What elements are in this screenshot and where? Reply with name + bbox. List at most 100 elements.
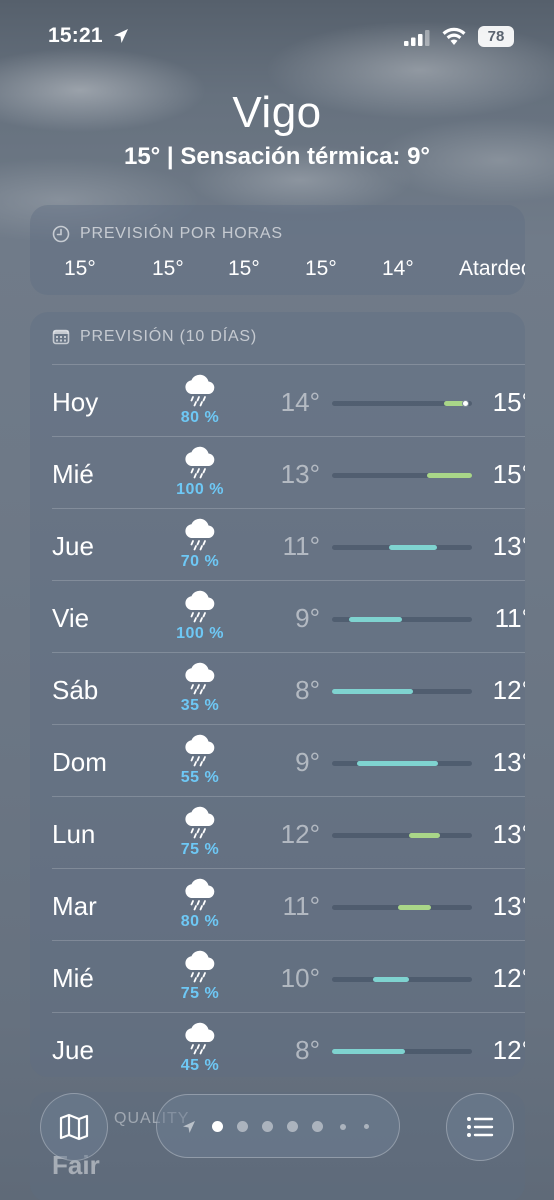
rain-cloud-icon (185, 734, 215, 767)
hourly-forecast-title: PREVISIÓN POR HORAS (80, 225, 283, 242)
day-row[interactable]: Vie 100 % 9° 11° (52, 580, 525, 652)
day-row[interactable]: Jue 70 % 11° 13° (52, 508, 525, 580)
high-temp: 12° (492, 1035, 525, 1065)
temp-range-track (332, 689, 472, 694)
page-dot[interactable] (364, 1124, 369, 1129)
day-name: Mié (52, 459, 94, 489)
day-row[interactable]: Lun 75 % 12° 13° (52, 796, 525, 868)
temp-range-track (332, 977, 472, 982)
location-page-icon (183, 1121, 195, 1133)
hour-label-sunset: Atardecer (459, 257, 525, 280)
temp-range-track (332, 473, 472, 478)
daily-forecast-card[interactable]: PREVISIÓN (10 DÍAS) Hoy 80 % 14° 15° Mié… (30, 312, 525, 1077)
clock-icon (52, 225, 70, 243)
rain-cloud-icon (185, 662, 215, 695)
hour-temp: 15° (305, 257, 337, 280)
status-time: 15:21 (48, 24, 103, 47)
low-temp: 8° (295, 1035, 320, 1065)
temp-range-track (332, 833, 472, 838)
day-row[interactable]: Sáb 35 % 8° 12° (52, 652, 525, 724)
rain-cloud-icon (185, 518, 215, 551)
day-name: Hoy (52, 387, 99, 417)
temp-range-track (332, 1049, 472, 1054)
low-temp: 11° (282, 891, 320, 921)
low-temp: 11° (282, 531, 320, 561)
low-temp: 13° (280, 459, 320, 489)
temp-range-bar (332, 689, 414, 694)
day-name: Jue (52, 531, 94, 561)
day-row[interactable]: Dom 55 % 9° 13° (52, 724, 525, 796)
precipitation-chance: 45 % (180, 1057, 220, 1074)
high-temp: 15° (492, 387, 525, 417)
temp-range-track (332, 761, 472, 766)
day-row[interactable]: Mié 75 % 10° 12° (52, 940, 525, 1012)
low-temp: 12° (280, 819, 320, 849)
precipitation-chance: 55 % (180, 769, 220, 786)
high-temp: 11° (494, 603, 525, 633)
high-temp: 13° (492, 747, 525, 777)
page-dot[interactable] (312, 1121, 323, 1132)
precipitation-chance: 35 % (180, 697, 220, 714)
map-button[interactable] (40, 1093, 108, 1161)
list-icon (467, 1117, 494, 1137)
city-name: Vigo (232, 88, 322, 137)
day-name: Mar (52, 891, 97, 921)
temp-range-track (332, 400, 472, 407)
precipitation-chance: 70 % (180, 553, 220, 570)
temp-range-track (332, 545, 472, 550)
hourly-forecast-header: PREVISIÓN POR HORAS (52, 225, 283, 243)
rain-cloud-icon (185, 374, 215, 407)
page-dot[interactable] (237, 1121, 248, 1132)
page-dot[interactable] (262, 1121, 273, 1132)
hourly-forecast-card[interactable]: PREVISIÓN POR HORAS 15° 15° 15° 15° 14° … (30, 205, 525, 295)
low-temp: 9° (295, 603, 320, 633)
precipitation-chance: 100 % (176, 625, 224, 642)
page-dot[interactable] (287, 1121, 298, 1132)
current-conditions: 15° | Sensación térmica: 9° (123, 143, 431, 170)
day-name: Lun (52, 819, 96, 849)
high-temp: 12° (492, 675, 525, 705)
rain-cloud-icon (185, 806, 215, 839)
location-arrow-icon (114, 29, 128, 43)
temp-range-bar (348, 617, 402, 622)
hour-temp: 15° (228, 257, 260, 280)
temp-range-bar (389, 545, 437, 550)
low-temp: 9° (295, 747, 320, 777)
day-row[interactable]: Jue 45 % 8° 12° (52, 1012, 525, 1077)
rain-cloud-icon (185, 590, 215, 623)
rain-cloud-icon (185, 446, 215, 479)
status-bar: 15:21 78 (0, 0, 554, 70)
day-name: Sáb (52, 675, 99, 705)
battery-indicator: 78 (478, 26, 514, 47)
wifi-icon (442, 27, 466, 45)
map-icon (59, 1113, 89, 1141)
hour-temp: 14° (382, 257, 414, 280)
daily-forecast-title: PREVISIÓN (10 DÍAS) (80, 328, 258, 345)
day-row[interactable]: Hoy 80 % 14° 15° (52, 364, 525, 436)
day-name: Jue (52, 1035, 94, 1065)
high-temp: 13° (492, 531, 525, 561)
temp-range-bar (372, 977, 409, 982)
city-list-button[interactable] (446, 1093, 514, 1161)
temp-range-track (332, 617, 472, 622)
precipitation-chance: 80 % (180, 913, 220, 930)
page-dot[interactable] (340, 1124, 346, 1130)
day-row[interactable]: Mié 100 % 13° 15° (52, 436, 525, 508)
day-name: Dom (52, 747, 107, 777)
page-indicator[interactable] (156, 1094, 400, 1158)
cellular-signal-icon (404, 30, 430, 46)
daily-forecast-header: PREVISIÓN (10 DÍAS) (52, 328, 257, 346)
rain-cloud-icon (185, 1022, 215, 1055)
high-temp: 12° (492, 963, 525, 993)
precipitation-chance: 75 % (180, 841, 220, 858)
page-dot[interactable] (212, 1121, 223, 1132)
day-row[interactable]: Mar 80 % 11° 13° (52, 868, 525, 940)
hour-temp: 15° (152, 257, 184, 280)
day-name: Vie (52, 603, 90, 633)
temp-range-bar (409, 833, 440, 838)
precipitation-chance: 80 % (180, 409, 220, 426)
temp-range-bar (357, 761, 439, 766)
temp-range-bar (397, 905, 432, 910)
high-temp: 13° (492, 819, 525, 849)
rain-cloud-icon (185, 878, 215, 911)
